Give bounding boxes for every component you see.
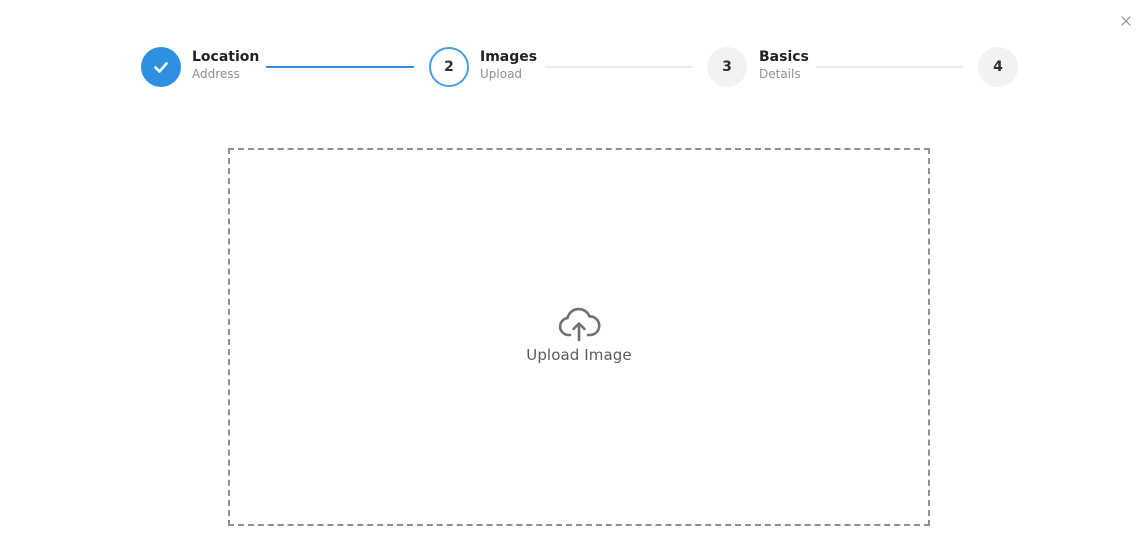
step-2-text: Images Upload bbox=[480, 48, 537, 82]
step-3-text: Basics Details bbox=[759, 48, 809, 82]
image-dropzone[interactable]: Upload Image bbox=[228, 148, 930, 526]
step-1-circle[interactable] bbox=[141, 47, 181, 87]
step-1-subtitle: Address bbox=[192, 67, 240, 81]
step-2-circle[interactable]: 2 bbox=[429, 47, 469, 87]
check-icon bbox=[154, 62, 168, 73]
step-3-circle[interactable]: 3 bbox=[707, 47, 747, 87]
step-1-text: Location Address bbox=[192, 48, 259, 82]
upload-label: Upload Image bbox=[526, 346, 632, 364]
step-3-number: 3 bbox=[722, 59, 732, 75]
stepper: Location Address 2 Images Upload 3 Basic… bbox=[0, 47, 1139, 89]
step-2-title: Images bbox=[480, 49, 538, 65]
step-connector-2 bbox=[545, 66, 692, 68]
step-connector-3 bbox=[816, 66, 963, 68]
step-4-number: 4 bbox=[993, 59, 1003, 75]
step-4-circle[interactable]: 4 bbox=[978, 47, 1018, 87]
step-2-subtitle: Upload bbox=[480, 67, 523, 81]
step-3-subtitle: Details bbox=[759, 67, 801, 81]
close-button[interactable] bbox=[1118, 13, 1134, 29]
cloud-upload-icon bbox=[558, 307, 601, 342]
step-3-title: Basics bbox=[759, 49, 809, 65]
upload-modal: Location Address 2 Images Upload 3 Basic… bbox=[0, 0, 1139, 538]
close-icon bbox=[1121, 16, 1131, 26]
step-connector-1 bbox=[266, 66, 414, 68]
step-1-title: Location bbox=[192, 49, 260, 65]
step-2-number: 2 bbox=[444, 59, 454, 75]
